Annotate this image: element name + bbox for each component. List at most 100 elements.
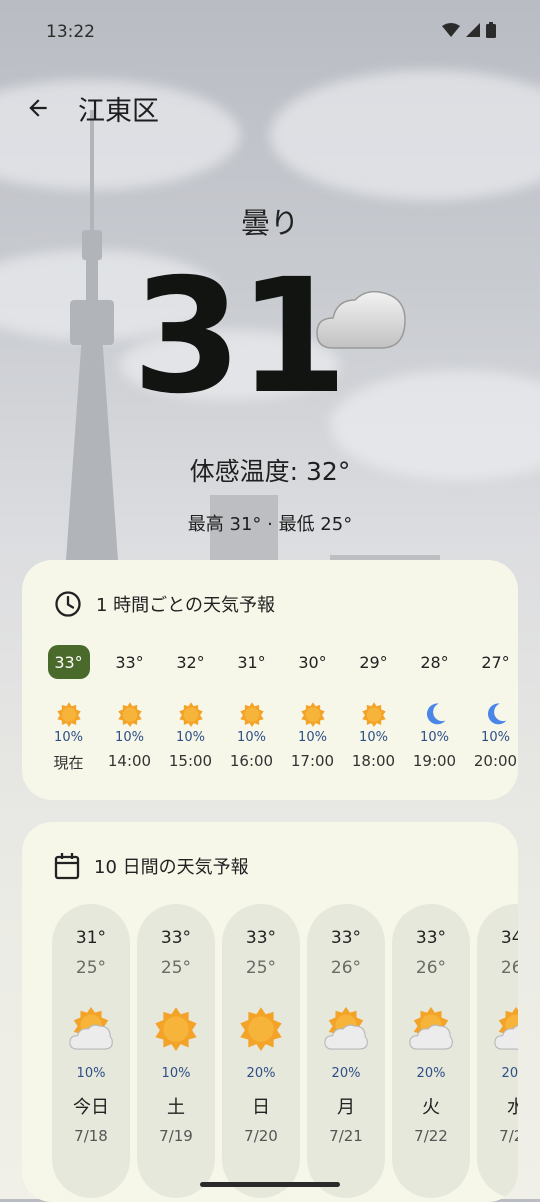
day-low: 26° [500, 958, 518, 978]
day-item[interactable]: 33° 26° 20% 月 7/21 [307, 904, 385, 1198]
moon-icon [426, 703, 445, 725]
hour-time: 15:00 [168, 752, 213, 770]
day-high: 33° [415, 928, 447, 948]
hour-time: 17:00 [290, 752, 335, 770]
day-name: 今日 [73, 1097, 109, 1118]
app-bar: 江東区 [22, 88, 159, 128]
hourly-forecast-card: 1 時間ごとの天気予報 33° 10% 現在 33° 10% 14:00 32° 1… [22, 560, 518, 800]
hour-precip: 10% [115, 730, 144, 745]
day-low: 25° [245, 958, 277, 978]
current-condition: 曇り [240, 206, 299, 240]
hour-time: 20:00 [473, 752, 518, 770]
day-low: 26° [415, 958, 447, 978]
partly-cloudy-icon [69, 1006, 113, 1050]
signal-icon [466, 23, 480, 37]
high-low: 最高 31° · 最低 25° [187, 514, 353, 535]
wifi-icon [442, 23, 460, 37]
day-precip: 10% [76, 1066, 106, 1081]
day-precip: 20% [246, 1066, 276, 1081]
status-bar: 13:22 [0, 0, 540, 66]
current-temperature: 31 [132, 245, 348, 429]
calendar-icon [54, 853, 80, 880]
day-low: 25° [75, 958, 107, 978]
day-high: 33° [160, 928, 192, 948]
day-date: 7/21 [329, 1127, 363, 1145]
hour-precip: 10% [54, 730, 83, 745]
hourly-list[interactable]: 33° 10% 現在 33° 10% 14:00 32° 10% 15:00 31° … [38, 645, 518, 773]
hour-temp: 32° [176, 652, 205, 672]
hour-temp: 31° [237, 652, 266, 672]
hour-time: 14:00 [107, 752, 152, 770]
hour-item[interactable]: 33° 10% 14:00 [99, 646, 160, 773]
day-name: 土 [167, 1097, 185, 1118]
sun-icon [155, 1007, 197, 1051]
sun-icon [361, 702, 386, 727]
hour-precip: 10% [359, 730, 388, 745]
day-item[interactable]: 31° 25° 10% 今日 7/18 [52, 904, 130, 1198]
daily-list[interactable]: 31° 25° 10% 今日 7/18 33° 25° 10% 土 7/19 33°… [52, 904, 518, 1198]
hour-time: 18:00 [351, 752, 396, 770]
sun-icon [178, 702, 203, 727]
hour-temp: 27° [481, 652, 510, 672]
day-date: 7/18 [74, 1127, 108, 1145]
hour-precip: 10% [237, 730, 266, 745]
hour-precip: 10% [481, 730, 510, 745]
hour-item[interactable]: 30° 10% 17:00 [282, 646, 343, 773]
hour-temp: 30° [298, 652, 327, 672]
hourly-title: 1 時間ごとの天気予報 [96, 595, 275, 616]
partly-cloudy-icon [494, 1006, 518, 1050]
hour-item[interactable]: 28° 10% 19:00 [404, 646, 465, 773]
hour-item[interactable]: 32° 10% 15:00 [160, 646, 221, 773]
hour-time: 19:00 [412, 752, 457, 770]
status-time: 13:22 [46, 22, 95, 42]
day-item[interactable]: 33° 25° 10% 土 7/19 [137, 904, 215, 1198]
daily-forecast-card: 10 日間の天気予報 31° 25° 10% 今日 7/18 33° 25° 10… [22, 822, 518, 1202]
hour-precip: 10% [176, 730, 205, 745]
day-item[interactable]: 33° 26° 20% 火 7/22 [392, 904, 470, 1198]
back-button[interactable] [22, 88, 54, 128]
day-precip: 20% [501, 1066, 518, 1081]
clock-icon [55, 591, 81, 617]
hour-item[interactable]: 31° 10% 16:00 [221, 646, 282, 773]
sun-icon [56, 702, 81, 727]
day-date: 7/23 [499, 1127, 518, 1145]
day-high: 31° [75, 928, 107, 948]
arrow-back-icon [29, 99, 47, 117]
day-high: 34° [500, 928, 518, 948]
hour-precip: 10% [298, 730, 327, 745]
day-date: 7/20 [244, 1127, 278, 1145]
day-precip: 10% [161, 1066, 191, 1081]
day-name: 水 [507, 1097, 518, 1118]
day-high: 33° [245, 928, 277, 948]
hour-time: 現在 [53, 754, 84, 772]
day-precip: 20% [331, 1066, 361, 1081]
sun-icon [300, 702, 325, 727]
sun-icon [239, 702, 264, 727]
hour-temp: 28° [420, 652, 449, 672]
day-item[interactable]: 33° 25° 20% 日 7/20 [222, 904, 300, 1198]
hour-temp: 33° [115, 652, 144, 672]
day-name: 火 [422, 1097, 440, 1118]
day-low: 25° [160, 958, 192, 978]
hour-precip: 10% [420, 730, 449, 745]
battery-icon [486, 22, 496, 38]
gesture-nav-bar[interactable] [200, 1182, 340, 1187]
hour-temp: 29° [359, 652, 388, 672]
day-item[interactable]: 34° 26° 20% 水 7/23 [477, 904, 518, 1198]
day-name: 日 [252, 1097, 270, 1118]
feels-like: 体感温度: 32° [189, 457, 351, 486]
day-low: 26° [330, 958, 362, 978]
sun-icon [240, 1007, 282, 1051]
daily-title: 10 日間の天気予報 [94, 857, 249, 878]
hour-item[interactable]: 27° 10% 20:00 [465, 646, 518, 773]
sun-icon [117, 702, 142, 727]
moon-icon [487, 703, 506, 725]
day-name: 月 [337, 1097, 355, 1118]
day-high: 33° [330, 928, 362, 948]
day-date: 7/22 [414, 1127, 448, 1145]
cloud-icon [315, 288, 407, 354]
hour-time: 16:00 [229, 752, 274, 770]
current-hour-badge: 33° [47, 645, 90, 679]
hour-item[interactable]: 33° 10% 現在 [38, 645, 99, 773]
hour-item[interactable]: 29° 10% 18:00 [343, 646, 404, 773]
